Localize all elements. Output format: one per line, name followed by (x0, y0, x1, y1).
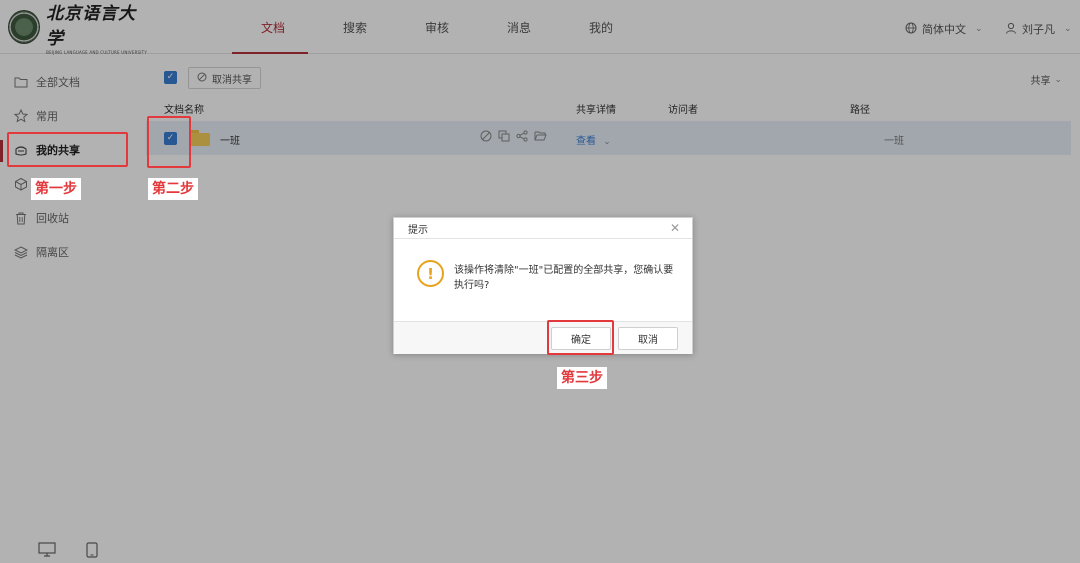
step1-highlight-box (7, 132, 128, 167)
dialog-title: 提示 (408, 224, 428, 236)
step3-highlight-box (547, 320, 614, 355)
confirm-dialog: 提示 ✕ ! 该操作将清除"一班"已配置的全部共享，您确认要执行吗? 确定 取消 (393, 217, 693, 354)
close-icon[interactable]: ✕ (670, 221, 680, 235)
step3-label: 第三步 (557, 367, 607, 389)
step2-highlight-box (147, 116, 191, 168)
dialog-header: 提示 ✕ (394, 218, 692, 239)
step1-label: 第一步 (31, 178, 81, 200)
dialog-message: 该操作将清除"一班"已配置的全部共享，您确认要执行吗? (454, 265, 674, 291)
dialog-footer: 确定 取消 (394, 321, 692, 354)
dialog-body: ! 该操作将清除"一班"已配置的全部共享，您确认要执行吗? (394, 240, 692, 318)
cancel-button[interactable]: 取消 (618, 327, 678, 350)
step2-label: 第二步 (148, 178, 198, 200)
warning-icon: ! (417, 260, 444, 287)
